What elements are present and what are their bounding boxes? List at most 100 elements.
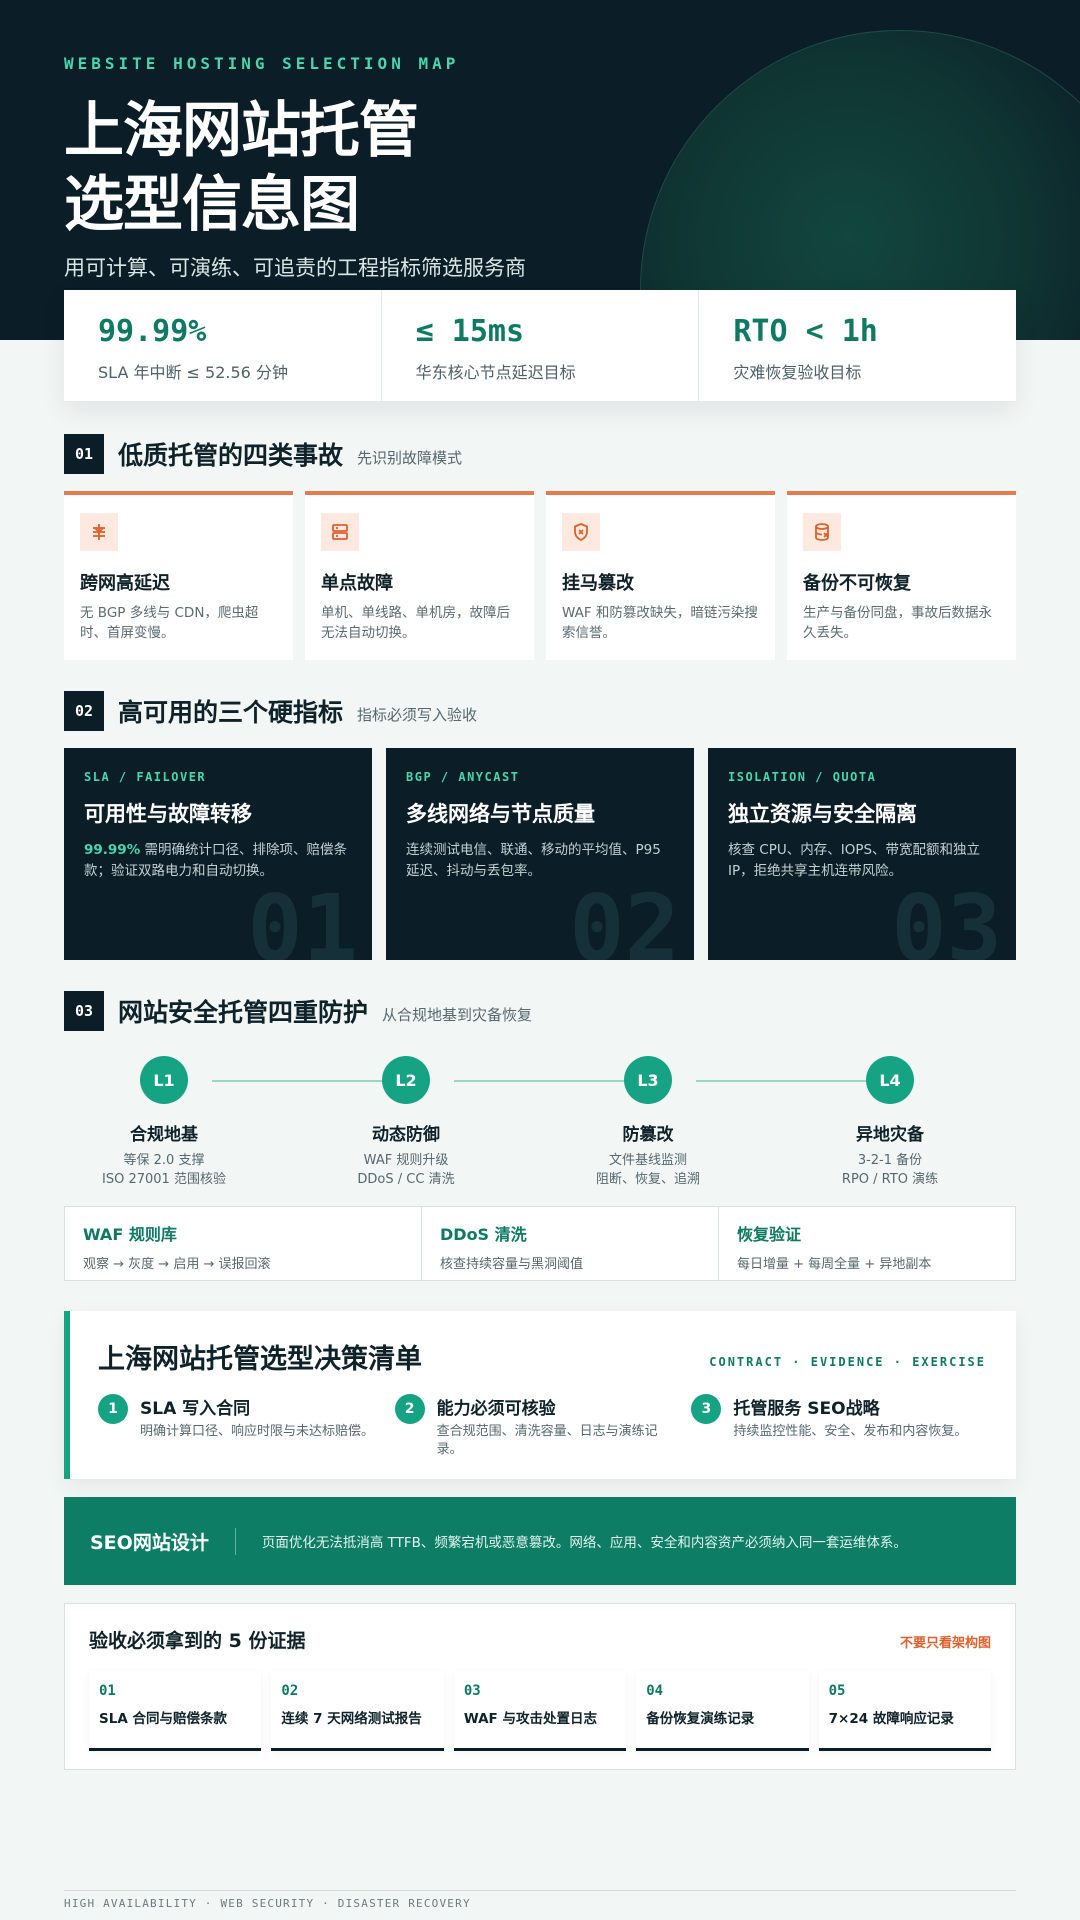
step-title: 动态防御 [372,1125,440,1145]
hero-banner: WEBSITE HOSTING SELECTION MAP 上海网站托管 选型信… [0,0,1080,340]
metric-watermark-number: 02 [569,875,680,960]
evidence-number: 04 [646,1683,664,1699]
checklist-item-desc: 持续监控性能、安全、发布和内容恢复。 [733,1424,968,1439]
footer-text: HIGH AVAILABILITY · WEB SECURITY · DISAS… [64,1897,471,1910]
metric-card: SLA / FAILOVER 可用性与故障转移 99.99% 需明确统计口径、排… [64,748,372,960]
stat-value: RTO < 1h [733,314,878,349]
page-title: 上海网站托管 选型信息图 [64,94,419,242]
evidence-card: 02 连续 7 天网络测试报告 [271,1671,444,1751]
checklist-item-text: 托管服务 SEO战略 持续监控性能、安全、发布和内容恢复。 [733,1394,987,1459]
section-number: 01 [64,434,104,474]
metric-watermark-number: 03 [891,875,1002,960]
stat-value: 99.99% [98,314,207,349]
defense-cell-waf: WAF 规则库 观察 → 灰度 → 启用 → 误报回滚 [65,1207,422,1280]
defense-desc: 核查持续容量与黑洞阈值 [440,1257,584,1272]
evidence-number: 02 [281,1683,299,1699]
incident-title: 单点故障 [321,573,393,594]
incident-desc: 无 BGP 多线与 CDN，爬虫超时、首屏变慢。 [80,605,259,641]
step-badge: L4 [866,1056,914,1104]
checklist-item-title: SLA 写入合同 [140,1399,251,1419]
stats-panel: 99.99% SLA 年中断 ≤ 52.56 分钟 ≤ 15ms 华东核心节点延… [64,290,1016,401]
evidence-label: SLA 合同与赔偿条款 [99,1711,227,1727]
evidence-title: 验收必须拿到的 5 份证据 [89,1630,306,1652]
network-icon [80,513,118,551]
checklist-item-number: 3 [691,1394,722,1424]
checklist-item: 1 SLA 写入合同 明确计算口径、响应时限与未达标赔偿。 [98,1394,395,1459]
defense-title: WAF 规则库 [83,1225,177,1244]
step-title: 防篡改 [622,1125,674,1145]
step-title: 合规地基 [130,1125,198,1145]
metric-watermark-number: 01 [247,875,358,960]
incident-card: 挂马篡改 WAF 和防篡改缺失，暗链污染搜索信誉。 [546,491,775,660]
section-header-metrics: 02 高可用的三个硬指标 指标必须写入验收 [64,691,477,731]
evidence-label: WAF 与攻击处置日志 [463,1711,597,1727]
metric-desc: 99.99% 需明确统计口径、排除项、赔偿条款；验证双路电力和自动切换。 [84,840,352,882]
step-desc: 等保 2.0 支撑 ISO 27001 范围核验 [64,1151,264,1189]
defense-desc: 观察 → 灰度 → 启用 → 误报回滚 [83,1257,271,1272]
seo-title: SEO网站设计 [90,1527,236,1555]
step-desc-line: ISO 27001 范围核验 [102,1172,226,1187]
stat-sla: 99.99% SLA 年中断 ≤ 52.56 分钟 [64,290,382,401]
step-desc-line: RPO / RTO 演练 [841,1172,939,1187]
step-l3: L3 防篡改 文件基线监测 阻断、恢复、追溯 [548,1056,748,1189]
step-desc: WAF 规则升级 DDoS / CC 清洗 [306,1151,506,1189]
defense-table: WAF 规则库 观察 → 灰度 → 启用 → 误报回滚 DDoS 清洗 核查持续… [64,1206,1016,1281]
section-title: 低质托管的四类事故 [118,441,344,470]
evidence-card: 01 SLA 合同与赔偿条款 [89,1671,262,1751]
section-header-protection: 03 网站安全托管四重防护 从合规地基到灾备恢复 [64,991,532,1031]
step-l4: L4 异地灾备 3-2-1 备份 RPO / RTO 演练 [790,1056,990,1189]
section-number: 02 [64,691,104,731]
step-desc: 文件基线监测 阻断、恢复、追溯 [548,1151,748,1189]
metric-cards: SLA / FAILOVER 可用性与故障转移 99.99% 需明确统计口径、排… [64,748,1016,960]
defense-cell-recovery: 恢复验证 每日增量 + 每周全量 + 异地副本 [719,1207,1015,1280]
evidence-label: 连续 7 天网络测试报告 [281,1711,422,1727]
shield-x-icon [562,513,600,551]
metric-tag: ISOLATION / QUOTA [728,770,877,784]
defense-title: 恢复验证 [737,1225,802,1244]
protection-steps: L1 合规地基 等保 2.0 支撑 ISO 27001 范围核验 L2 动态防御… [64,1056,1016,1189]
evidence-card: 04 备份恢复演练记录 [636,1671,809,1751]
section-title: 高可用的三个硬指标 [118,698,344,727]
server-icon [321,513,359,551]
incident-desc: 生产与备份同盘，事故后数据永久丢失。 [803,605,992,641]
checklist-item-title: 托管服务 SEO战略 [733,1399,880,1419]
evidence-note: 不要只看架构图 [899,1636,991,1651]
incident-card: 单点故障 单机、单线路、单机房，故障后无法自动切换。 [305,491,534,660]
incident-cards: 跨网高延迟 无 BGP 多线与 CDN，爬虫超时、首屏变慢。 单点故障 单机、单… [64,491,1016,660]
step-badge: L1 [140,1056,188,1104]
checklist-item-desc: 查合规范围、清洗容量、日志与演练记录。 [436,1424,658,1457]
seo-text: 页面优化无法抵消高 TTFB、频繁宕机或恶意篡改。网络、应用、安全和内容资产必须… [261,1535,907,1551]
incident-title: 挂马篡改 [562,573,634,594]
checklist-item-title: 能力必须可核验 [436,1399,556,1419]
checklist-item: 2 能力必须可核验 查合规范围、清洗容量、日志与演练记录。 [394,1394,692,1459]
metric-highlight: 99.99% [84,842,141,858]
metric-card: BGP / ANYCAST 多线网络与节点质量 连续测试电信、联通、移动的平均值… [386,748,694,960]
incident-desc: WAF 和防篡改缺失，暗链污染搜索信誉。 [562,605,758,641]
section-number: 03 [64,991,104,1031]
decision-checklist: 上海网站托管选型决策清单 CONTRACT · EVIDENCE · EXERC… [64,1311,1016,1479]
step-desc-line: 等保 2.0 支撑 [123,1153,205,1168]
step-desc-line: 3-2-1 备份 [857,1153,923,1168]
checklist-items: 1 SLA 写入合同 明确计算口径、响应时限与未达标赔偿。 2 能力必须可核验 … [98,1394,988,1459]
stat-rto: RTO < 1h 灾难恢复验收目标 [699,290,1016,401]
metric-title: 可用性与故障转移 [84,802,252,826]
incident-title: 备份不可恢复 [803,573,911,594]
page-title-line2: 选型信息图 [64,170,360,240]
step-desc-line: 阻断、恢复、追溯 [595,1172,700,1187]
section-note: 从合规地基到灾备恢复 [382,1005,533,1024]
stat-label: SLA 年中断 ≤ 52.56 分钟 [98,363,288,382]
step-l1: L1 合规地基 等保 2.0 支撑 ISO 27001 范围核验 [64,1056,264,1189]
stat-label: 灾难恢复验收目标 [733,363,862,382]
section-title: 网站安全托管四重防护 [118,998,369,1027]
step-l2: L2 动态防御 WAF 规则升级 DDoS / CC 清洗 [306,1056,506,1189]
stat-value: ≤ 15ms [415,314,525,349]
checklist-item-text: SLA 写入合同 明确计算口径、响应时限与未达标赔偿。 [140,1394,394,1459]
step-desc-line: 文件基线监测 [608,1153,687,1168]
step-badge: L2 [382,1056,430,1104]
hero-eyebrow: WEBSITE HOSTING SELECTION MAP [64,54,460,73]
metric-title: 多线网络与节点质量 [406,802,595,826]
step-desc-line: DDoS / CC 清洗 [357,1172,455,1187]
metric-desc: 连续测试电信、联通、移动的平均值、P95 延迟、抖动与丢包率。 [406,842,661,879]
footer-divider [64,1890,1016,1891]
evidence-label: 备份恢复演练记录 [646,1711,755,1727]
